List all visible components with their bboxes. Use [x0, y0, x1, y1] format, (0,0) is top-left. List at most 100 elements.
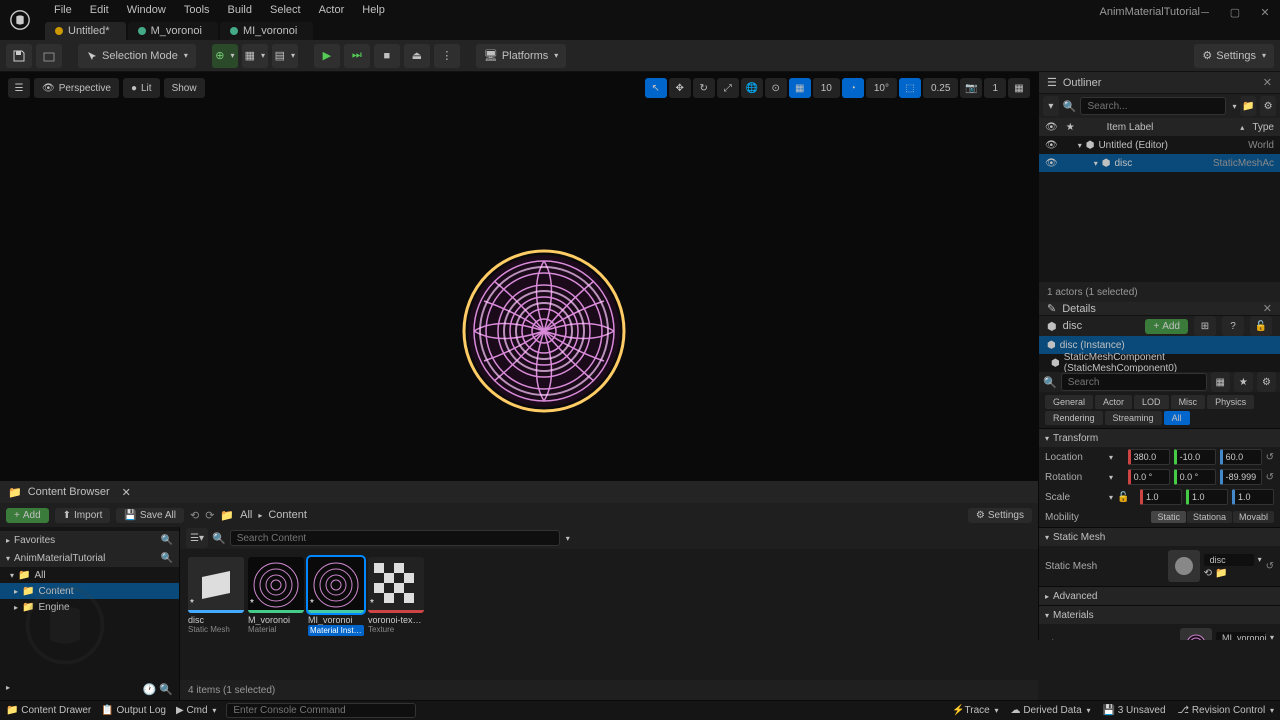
eject-button[interactable]: ⏏ — [404, 44, 430, 68]
grid-snap-toggle[interactable]: ▦ — [789, 78, 811, 98]
rotation-x-input[interactable] — [1128, 469, 1170, 485]
cb-search-input[interactable] — [230, 530, 560, 546]
menu-select[interactable]: Select — [261, 2, 310, 18]
viewport-menu-button[interactable]: ☰ — [8, 78, 30, 98]
collections-toggle[interactable]: ▸ — [6, 683, 10, 696]
filter-general[interactable]: General — [1045, 395, 1093, 409]
outliner-row[interactable]: 👁▾⬢discStaticMeshAc — [1039, 154, 1280, 172]
asset-voronoi-texture[interactable]: *voronoi-textureTexture — [368, 557, 424, 634]
minimize-button[interactable]: ─ — [1190, 0, 1220, 25]
breadcrumb-all[interactable]: All — [240, 509, 252, 521]
scale-tool[interactable]: ⤢ — [717, 78, 739, 98]
derived-data-button[interactable]: ☁ Derived Data ▾ — [1011, 705, 1091, 716]
favorites-search[interactable]: 🔍 — [161, 535, 173, 546]
rotation-reset[interactable]: ↺ — [1266, 472, 1274, 483]
advanced-section[interactable]: ▸Advanced — [1039, 587, 1280, 605]
perspective-button[interactable]: 👁 Perspective — [34, 78, 119, 98]
details-settings[interactable]: ⚙ — [1257, 372, 1276, 392]
rotation-z-input[interactable] — [1220, 469, 1262, 485]
show-button[interactable]: Show — [164, 78, 205, 98]
menu-help[interactable]: Help — [353, 2, 394, 18]
stop-button[interactable]: ■ — [374, 44, 400, 68]
content-drawer-button[interactable]: 📁 Content Drawer — [6, 705, 91, 716]
scale-y-input[interactable] — [1186, 489, 1228, 505]
cinematics-button[interactable]: ▤▾ — [272, 44, 298, 68]
scale-lock[interactable]: 🔓 — [1117, 492, 1129, 503]
menu-build[interactable]: Build — [219, 2, 261, 18]
play-options-button[interactable]: ⋮ — [434, 44, 460, 68]
material-thumb[interactable] — [1180, 628, 1212, 640]
menu-window[interactable]: Window — [118, 2, 175, 18]
asset-disc[interactable]: *discStatic Mesh — [188, 557, 244, 634]
browse-to-icon[interactable]: 📁 — [1215, 568, 1227, 579]
mobility-stationa[interactable]: Stationa — [1187, 511, 1232, 523]
add-component-button[interactable]: + Add — [1145, 319, 1188, 334]
cb-history-fwd[interactable]: ⟳ — [205, 509, 214, 522]
location-y-input[interactable] — [1174, 449, 1216, 465]
asset-m_voronoi[interactable]: *M_voronoiMaterial — [248, 557, 304, 634]
collections-search[interactable]: 🔍 — [159, 684, 173, 696]
outliner-search-input[interactable] — [1080, 97, 1226, 115]
close-button[interactable]: ✕ — [1250, 0, 1280, 25]
outliner-close[interactable]: ✕ — [1263, 76, 1272, 89]
camera-speed-value[interactable]: 1 — [984, 78, 1006, 98]
static-mesh-thumb[interactable] — [1168, 550, 1200, 582]
angle-snap-toggle[interactable]: ◔ — [842, 78, 864, 98]
cb-save-all-button[interactable]: 💾 Save All — [116, 508, 184, 523]
location-x-input[interactable] — [1128, 449, 1170, 465]
camera-speed-icon[interactable]: 📷 — [960, 78, 982, 98]
trace-button[interactable]: ⚡Trace ▾ — [952, 705, 998, 716]
play-button[interactable]: ▶ — [314, 44, 340, 68]
collections-clock[interactable]: 🕐 — [143, 684, 157, 696]
output-log-button[interactable]: 📋 Output Log — [101, 705, 166, 716]
scale-z-input[interactable] — [1232, 489, 1274, 505]
materials-section[interactable]: ▾Materials — [1039, 606, 1280, 624]
tab-m_voronoi[interactable]: M_voronoi — [128, 22, 218, 40]
viewport-layout-button[interactable]: ▦ — [1008, 78, 1030, 98]
lit-button[interactable]: ● Lit — [123, 78, 160, 98]
menu-file[interactable]: File — [45, 2, 81, 18]
outliner-filter-button[interactable]: ▾ — [1043, 96, 1059, 116]
static-mesh-reset[interactable]: ↺ — [1266, 561, 1274, 572]
location-reset[interactable]: ↺ — [1266, 452, 1274, 463]
outliner-settings[interactable]: ⚙ — [1260, 96, 1276, 116]
skip-button[interactable]: ⏭ — [344, 44, 370, 68]
tab-untitled[interactable]: Untitled* — [45, 22, 126, 40]
menu-edit[interactable]: Edit — [81, 2, 118, 18]
project-search[interactable]: 🔍 — [161, 553, 173, 564]
type-column[interactable]: Type — [1252, 122, 1274, 133]
item-label-column[interactable]: Item Label — [1107, 122, 1233, 133]
blueprint-button[interactable]: ▦▾ — [242, 44, 268, 68]
scale-snap-value[interactable]: 0.25 — [923, 78, 958, 98]
details-favorites[interactable]: ★ — [1234, 372, 1253, 392]
add-content-button[interactable]: ⊕▾ — [212, 44, 238, 68]
filter-rendering[interactable]: Rendering — [1045, 411, 1103, 425]
mobility-movabl[interactable]: Movabl — [1233, 511, 1274, 523]
asset-mi_voronoi[interactable]: *MI_voronoiMaterial Instance — [308, 557, 364, 636]
component-options[interactable]: ⊞ — [1194, 316, 1216, 336]
cb-add-button[interactable]: + Add — [6, 508, 49, 523]
details-view-options[interactable]: ▦ — [1211, 372, 1230, 392]
rotate-tool[interactable]: ↻ — [693, 78, 715, 98]
rotation-y-input[interactable] — [1174, 469, 1216, 485]
static-mesh-section[interactable]: ▾Static Mesh — [1039, 528, 1280, 546]
static-mesh-value[interactable]: disc — [1204, 554, 1254, 566]
filter-all[interactable]: All — [1164, 411, 1190, 425]
transform-section[interactable]: ▾Transform — [1039, 429, 1280, 447]
coord-space-button[interactable]: 🌐 — [741, 78, 763, 98]
cb-history-back[interactable]: ⟲ — [190, 509, 199, 522]
cb-import-button[interactable]: ⬆ Import — [55, 508, 111, 523]
unsaved-button[interactable]: 💾 3 Unsaved — [1102, 705, 1165, 716]
outliner-new-folder[interactable]: 📁 — [1240, 96, 1256, 116]
breadcrumb-content[interactable]: Content — [268, 509, 307, 521]
favorites-section[interactable]: ▸Favorites🔍 — [0, 531, 179, 549]
cb-filter-button[interactable]: ☰▾ — [186, 528, 208, 548]
save-button[interactable] — [6, 44, 32, 68]
revision-control-button[interactable]: ⎇ Revision Control ▾ — [1178, 705, 1274, 716]
maximize-button[interactable]: ▢ — [1220, 0, 1250, 25]
console-input[interactable] — [226, 703, 416, 718]
platforms-button[interactable]: 🖥 Platforms▾ — [476, 44, 566, 68]
filter-streaming[interactable]: Streaming — [1105, 411, 1162, 425]
surface-snap-button[interactable]: ⊙ — [765, 78, 787, 98]
use-selected-icon[interactable]: ⟲ — [1204, 568, 1212, 579]
